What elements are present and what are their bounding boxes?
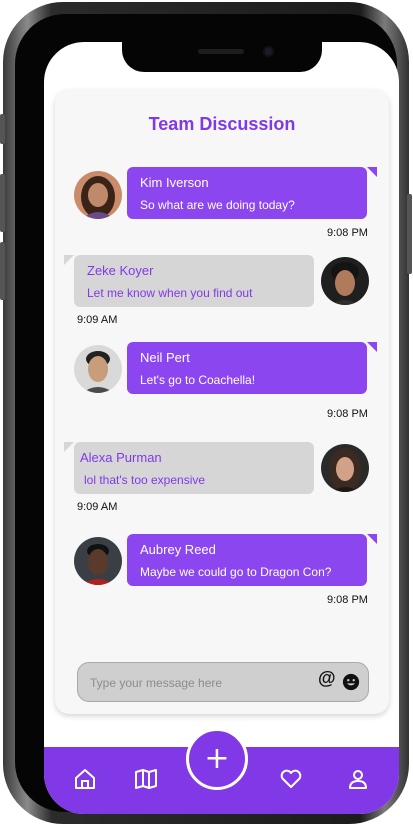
bubble-tail: [64, 255, 74, 265]
avatar-alexa-purman[interactable]: [321, 444, 369, 492]
message-time: 9:08 PM: [327, 227, 368, 239]
message-text: lol that's too expensive: [84, 473, 206, 487]
phone-frame: Team Discussion Kim Iverson So what are …: [0, 2, 412, 824]
volume-up-button: [0, 174, 5, 232]
message-sender: Neil Pert: [140, 350, 190, 365]
message-bubble-4[interactable]: Alexa Purman lol that's too expensive: [74, 442, 314, 494]
message-sender: Kim Iverson: [140, 175, 209, 190]
message-time: 9:09 AM: [77, 501, 118, 513]
add-button[interactable]: +: [186, 728, 248, 790]
message-bubble-1[interactable]: Kim Iverson So what are we doing today?: [127, 167, 367, 219]
book-icon[interactable]: [134, 767, 158, 791]
avatar-kim-iverson[interactable]: [74, 171, 122, 219]
message-time: 9:08 PM: [327, 408, 368, 420]
emoji-icon[interactable]: [342, 673, 360, 691]
chat-card: Team Discussion Kim Iverson So what are …: [55, 90, 389, 714]
plus-icon: +: [204, 741, 230, 776]
message-sender: Aubrey Reed: [140, 542, 216, 557]
avatar-aubrey-reed[interactable]: [74, 537, 122, 585]
phone-bezel: Team Discussion Kim Iverson So what are …: [15, 14, 399, 814]
message-text: Let's go to Coachella!: [140, 373, 256, 387]
message-text: Let me know when you find out: [87, 286, 253, 300]
avatar-neil-pert[interactable]: [74, 345, 122, 393]
phone-screen: Team Discussion Kim Iverson So what are …: [44, 42, 399, 814]
avatar-kim-iverson-photo: [74, 171, 122, 219]
bubble-tail: [367, 167, 377, 177]
message-sender: Zeke Koyer: [87, 263, 154, 278]
home-icon[interactable]: [73, 767, 97, 791]
message-input[interactable]: [88, 672, 312, 694]
message-sender: Alexa Purman: [80, 450, 162, 465]
message-bubble-3[interactable]: Neil Pert Let's go to Coachella!: [127, 342, 367, 394]
mute-switch: [0, 114, 5, 144]
message-bubble-5[interactable]: Aubrey Reed Maybe we could go to Dragon …: [127, 534, 367, 586]
speaker-grille: [198, 49, 244, 54]
user-icon[interactable]: [346, 767, 370, 791]
avatar-aubrey-reed-photo: [74, 537, 122, 585]
message-text: Maybe we could go to Dragon Con?: [140, 565, 332, 579]
at-icon[interactable]: @: [318, 668, 336, 689]
phone-notch: [122, 42, 322, 72]
chat-title: Team Discussion: [148, 114, 296, 134]
message-time: 9:08 PM: [327, 594, 368, 606]
avatar-zeke-koyer[interactable]: [321, 257, 369, 305]
front-camera: [263, 46, 274, 57]
message-composer: @: [77, 662, 369, 702]
message-bubble-2[interactable]: Zeke Koyer Let me know when you find out: [74, 255, 314, 307]
power-button: [407, 194, 412, 274]
volume-down-button: [0, 242, 5, 300]
heart-icon[interactable]: [279, 767, 303, 791]
avatar-neil-pert-photo: [74, 345, 122, 393]
bubble-tail: [367, 342, 377, 352]
message-text: So what are we doing today?: [140, 198, 295, 212]
bubble-tail: [367, 534, 377, 544]
avatar-alexa-purman-photo: [321, 444, 369, 492]
avatar-zeke-koyer-photo: [321, 257, 369, 305]
bubble-tail: [64, 442, 74, 452]
message-time: 9:09 AM: [77, 314, 118, 326]
